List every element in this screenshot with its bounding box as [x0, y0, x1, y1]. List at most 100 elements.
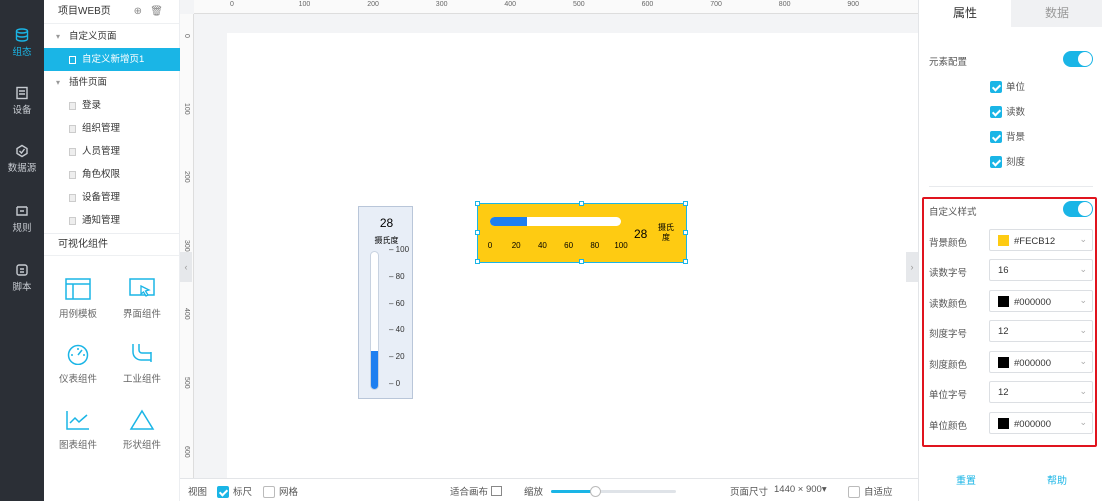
ruler-tick-label: 100 — [298, 1, 311, 8]
component-templates[interactable]: 用例模板 — [48, 278, 108, 320]
check-scale[interactable]: 刻度 — [990, 154, 1025, 168]
fit-canvas-button[interactable]: 适合画布 — [450, 484, 502, 498]
check-unit[interactable]: 单位 — [990, 79, 1025, 93]
gauge-tick-label: 40 — [537, 241, 547, 250]
collapse-right-handle[interactable]: › — [906, 252, 918, 282]
field-value: 12 — [998, 387, 1009, 398]
gauge-unit: 摄氏度 — [658, 223, 674, 242]
ruler-tick-label: 400 — [183, 308, 190, 321]
trash-icon[interactable]: 🗑 — [150, 6, 163, 17]
left-rail: 组态 设备 数据源 规则 脚本 — [0, 0, 44, 501]
zoom-slider[interactable] — [551, 486, 676, 497]
ruler-tick-label: 100 — [183, 102, 190, 115]
page-icon — [69, 171, 76, 179]
chevron-down-icon: ⌄ — [1079, 234, 1087, 244]
element-config-toggle[interactable] — [1063, 51, 1093, 67]
resize-handle[interactable] — [475, 259, 480, 264]
fit-canvas-icon — [490, 486, 502, 496]
grid-label: 网格 — [279, 487, 299, 498]
ruler-tick-label: 700 — [710, 1, 722, 8]
component-industrial[interactable]: 工业组件 — [112, 343, 172, 385]
color-swatch — [998, 235, 1009, 246]
thermometer-tick-label: – 40 — [389, 325, 405, 335]
ruler-tick-label: 300 — [183, 239, 190, 252]
rail-item-script[interactable]: 脚本 — [0, 263, 44, 307]
reset-button[interactable]: 重置 — [956, 472, 976, 487]
checkbox-checked-icon — [990, 106, 1002, 118]
resize-handle[interactable] — [683, 201, 688, 206]
ruler-label: 标尺 — [233, 487, 253, 498]
tree-group-custom[interactable]: ▾ 自定义页面 — [44, 25, 180, 48]
canvas-toolbar: 视图 标尺 网格 适合画布 缩放 页面尺寸 1440 × 900▾ 自适应 — [180, 478, 918, 501]
resize-handle[interactable] — [475, 201, 480, 206]
help-button[interactable]: 帮助 — [1047, 472, 1067, 487]
tree-group-plugin[interactable]: ▾ 插件页面 — [44, 71, 180, 94]
unit-color-select[interactable]: #000000 ⌄ — [989, 412, 1093, 434]
component-label: 图表组件 — [58, 440, 97, 451]
custom-style-toggle[interactable] — [1063, 201, 1093, 217]
rail-item-configuration[interactable]: 组态 — [0, 28, 44, 72]
thermometer-tick-label: – 0 — [389, 379, 401, 388]
page-icon — [69, 102, 76, 110]
component-gauges[interactable]: 仪表组件 — [48, 343, 108, 385]
tree-group-label: 自定义页面 — [69, 31, 117, 42]
ruler-tick-label: 900 — [847, 1, 860, 8]
resize-handle[interactable] — [683, 230, 688, 235]
element-config-label: 元素配置 — [929, 57, 968, 68]
scale-color-select[interactable]: #000000 ⌄ — [989, 351, 1093, 373]
tree-item-plugin-page[interactable]: 角色权限 — [44, 163, 180, 186]
check-reading[interactable]: 读数 — [990, 104, 1025, 118]
rail-label: 设备 — [12, 105, 32, 116]
ruler-tick-label: 800 — [778, 1, 791, 8]
tab-properties[interactable]: 属性 — [919, 0, 1011, 27]
resize-handle[interactable] — [683, 259, 688, 264]
components-panel: 可视化组件 用例模板 界面组件 仪表组件 工业组件 图表组件 形状组件 — [44, 233, 180, 501]
gauge-fill — [490, 217, 527, 226]
zoom-slider-knob[interactable] — [589, 486, 601, 497]
tree-title: 项目WEB页 — [58, 6, 111, 17]
bg-color-select[interactable]: #FECB12 ⌄ — [989, 229, 1093, 251]
tree-item-plugin-page[interactable]: 设备管理 — [44, 186, 180, 209]
reading-size-select[interactable]: 16 ⌄ — [989, 259, 1093, 281]
tree-item-plugin-page[interactable]: 登录 — [44, 94, 180, 117]
grid-toggle[interactable]: 网格 — [263, 484, 298, 498]
tree-item-plugin-page[interactable]: 通知管理 — [44, 209, 180, 232]
field-label: 读数字号 — [929, 268, 968, 279]
tree-item-plugin-page[interactable]: 组织管理 — [44, 117, 180, 140]
resize-handle[interactable] — [579, 201, 584, 206]
reading-color-select[interactable]: #000000 ⌄ — [989, 290, 1093, 312]
tab-data[interactable]: 数据 — [1011, 0, 1102, 27]
scale-size-select[interactable]: 12 ⌄ — [989, 320, 1093, 342]
thermometer-widget[interactable]: 28 摄氏度 – 100– 80– 60– 40– 20– 0 — [358, 206, 413, 399]
chevron-down-icon: ⌄ — [1079, 325, 1087, 335]
checkbox-checked-icon — [217, 486, 229, 498]
tree-item-custom-page[interactable]: 自定义新增页1 — [44, 48, 180, 71]
tree-item-label: 登录 — [82, 100, 102, 111]
resize-handle[interactable] — [475, 230, 480, 235]
ruler-tick-label: 300 — [435, 1, 448, 8]
ruler-tick-label: 500 — [183, 377, 190, 389]
adaptive-toggle[interactable]: 自适应 — [848, 484, 893, 498]
component-charts[interactable]: 图表组件 — [48, 409, 108, 451]
horizontal-gauge-widget[interactable]: 0 20 40 60 80 100 28 摄氏度 — [475, 201, 688, 264]
rail-item-device[interactable]: 设备 — [0, 86, 44, 130]
rail-item-rules[interactable]: 规则 — [0, 204, 44, 248]
properties-panel: 属性 数据 元素配置 单位 读数 背景 刻度 自定义样式 背景颜色 #FECB1… — [918, 0, 1102, 501]
check-background[interactable]: 背景 — [990, 129, 1025, 143]
resize-handle[interactable] — [579, 259, 584, 264]
component-ui[interactable]: 界面组件 — [112, 278, 172, 320]
add-page-icon[interactable]: ⊕ — [134, 6, 142, 17]
ruler-tick-label: 600 — [183, 445, 190, 458]
tree-item-plugin-page[interactable]: 人员管理 — [44, 140, 180, 163]
ruler-top: 0 100 200 300 400 500 600 700 800 900 — [194, 0, 918, 14]
ruler-left: 0 100 200 300 400 500 600 — [180, 14, 194, 478]
ruler-toggle[interactable]: 标尺 — [217, 484, 252, 498]
page-size-select[interactable]: 1440 × 900▾ — [774, 484, 827, 495]
collapse-left-handle[interactable]: ‹ — [180, 252, 192, 282]
rail-item-datasource[interactable]: 数据源 — [0, 144, 44, 188]
component-shapes[interactable]: 形状组件 — [112, 409, 172, 451]
unit-size-select[interactable]: 12 ⌄ — [989, 381, 1093, 403]
gauge-scale: 0 20 40 60 80 100 — [488, 241, 630, 253]
checkbox-icon — [848, 486, 860, 498]
field-label: 背景颜色 — [929, 238, 968, 249]
